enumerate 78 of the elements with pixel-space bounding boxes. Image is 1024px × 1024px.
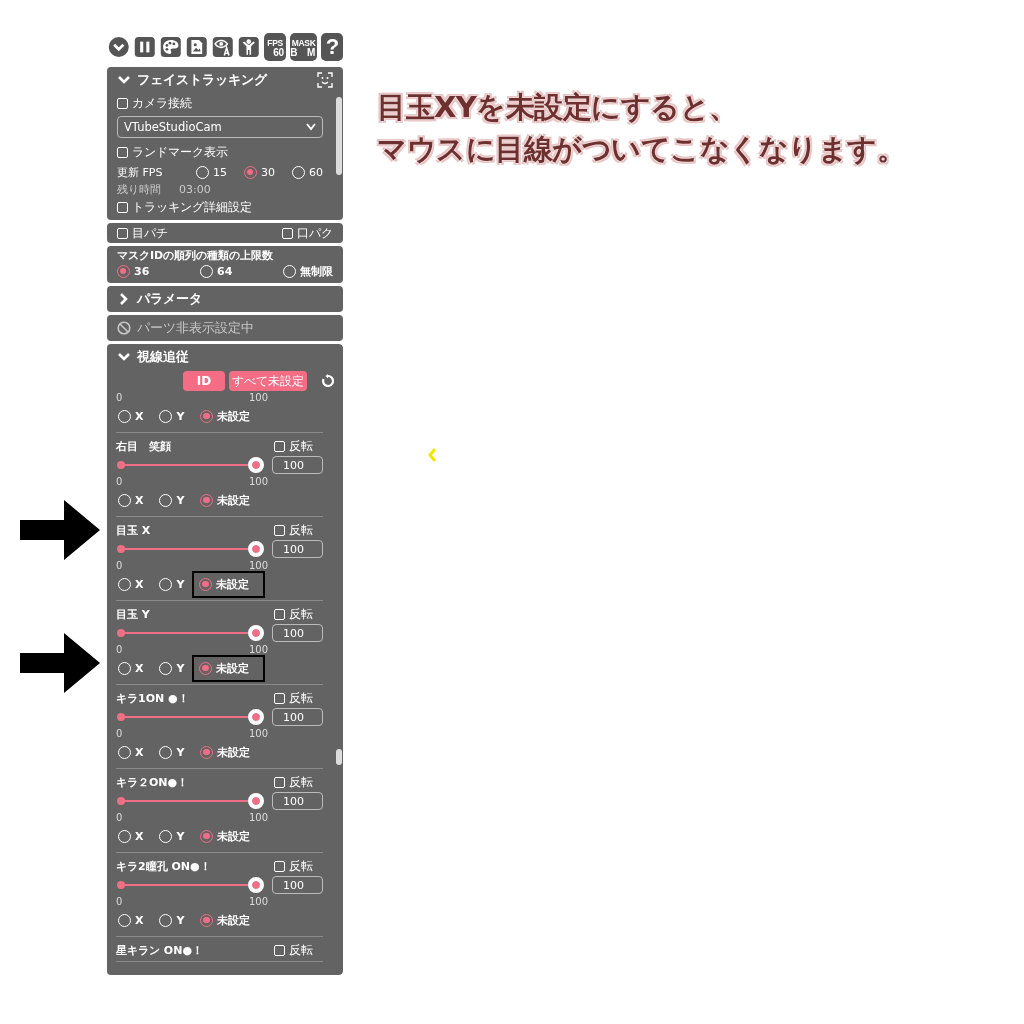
refresh-icon[interactable]	[321, 374, 335, 388]
tick-label: 0	[116, 560, 123, 571]
tick-label: 0	[116, 644, 123, 655]
tick-label: 100	[248, 476, 268, 487]
checkbox[interactable]: カメラ接続	[117, 94, 192, 112]
slider[interactable]	[117, 877, 264, 893]
radio-option[interactable]: 64	[200, 264, 233, 279]
tick-label: 100	[248, 812, 268, 823]
field-label: 更新 FPS	[117, 164, 164, 180]
parameter-name: キラ2瞳孔 ON●！	[116, 858, 211, 874]
slider[interactable]	[117, 541, 264, 557]
tick-label: 0	[116, 476, 123, 487]
tick-label: 100	[248, 560, 268, 571]
value-field[interactable]: 100	[272, 624, 323, 642]
section-title: パラメータ	[137, 290, 202, 308]
checkbox[interactable]: 反転	[274, 521, 313, 539]
scrollbar-thumb[interactable]	[336, 749, 342, 765]
caption-text: 目玉XYを未設定にすると、	[377, 89, 739, 126]
radio-option[interactable]: 未設定	[200, 492, 251, 508]
checkbox[interactable]: 反転	[274, 941, 313, 959]
value-field[interactable]: 100	[272, 540, 323, 558]
radio-option[interactable]: 60	[292, 165, 323, 179]
radio-option[interactable]: 未設定	[200, 828, 251, 844]
radio-option[interactable]: 未設定	[194, 656, 264, 680]
tick-label: 0	[116, 728, 123, 739]
radio-option[interactable]: 無制限	[283, 264, 333, 279]
tick-label: 100	[248, 392, 268, 403]
toolbar-button[interactable]: MASK B M	[290, 33, 317, 61]
tick-label: 100	[248, 728, 268, 739]
toolbar-button[interactable]: FPS 60	[264, 33, 286, 61]
parameter-name: キラ1ON ●！	[116, 690, 189, 706]
checkbox[interactable]: 反転	[274, 689, 313, 707]
value-field[interactable]: 100	[272, 708, 323, 726]
parameter-name: 目玉 Y	[116, 606, 150, 622]
tick-label: 100	[248, 896, 268, 907]
checkbox[interactable]: 反転	[274, 857, 313, 875]
parameter-name: 右目 笑顔	[116, 438, 171, 454]
radio-option[interactable]: 未設定	[194, 572, 264, 596]
checkbox[interactable]: 反転	[274, 773, 313, 791]
slider[interactable]	[117, 457, 264, 473]
caption-text: マウスに目線がついてこなくなります。	[377, 131, 906, 168]
tick-label: 0	[116, 896, 123, 907]
time-value: 03:00	[179, 183, 211, 196]
field-label: マスクIDの順列の種類の上限数	[117, 248, 275, 264]
dropdown-field[interactable]: VTubeStudioCam	[117, 116, 323, 138]
radio-option[interactable]: 未設定	[200, 912, 251, 928]
radio-option[interactable]: 30	[244, 165, 275, 179]
checkbox[interactable]: 反転	[274, 437, 313, 455]
face-scan-icon[interactable]	[317, 72, 333, 88]
value-field[interactable]: 100	[272, 792, 323, 810]
field-label: 残り時間	[117, 182, 162, 197]
parameter-name: キラ２ON●！	[116, 774, 189, 790]
checkbox[interactable]: ランドマーク表示	[117, 143, 228, 161]
radio-option[interactable]: 未設定	[200, 744, 251, 760]
section-title: パーツ非表示設定中	[137, 319, 254, 337]
slider[interactable]	[117, 625, 264, 641]
tick-label: 0	[116, 392, 123, 403]
checkbox[interactable]: トラッキング詳細設定	[117, 198, 252, 216]
value-field[interactable]: 100	[272, 456, 323, 474]
slider[interactable]	[117, 793, 264, 809]
prohibited-icon	[117, 321, 131, 335]
parameter-name: 目玉 X	[116, 522, 151, 538]
checkbox[interactable]: 目パチ	[117, 224, 168, 242]
tick-label: 100	[248, 644, 268, 655]
value-field[interactable]: 100	[272, 876, 323, 894]
checkbox[interactable]: 口パク	[282, 224, 333, 242]
section-title: フェイストラッキング	[137, 71, 267, 89]
toolbar-button[interactable]: ?	[321, 33, 344, 61]
tick-label: 0	[116, 812, 123, 823]
radio-option[interactable]: 未設定	[200, 408, 251, 424]
scrollbar-thumb[interactable]	[336, 97, 342, 175]
caret-icon	[306, 123, 316, 131]
slider[interactable]	[117, 709, 264, 725]
checkbox[interactable]: 反転	[274, 605, 313, 623]
section-title: 視線追従	[137, 348, 189, 366]
radio-option[interactable]: 36	[117, 264, 150, 279]
parameter-name: 星キラン ON●！	[116, 942, 203, 958]
radio-option[interactable]: 15	[196, 165, 227, 179]
